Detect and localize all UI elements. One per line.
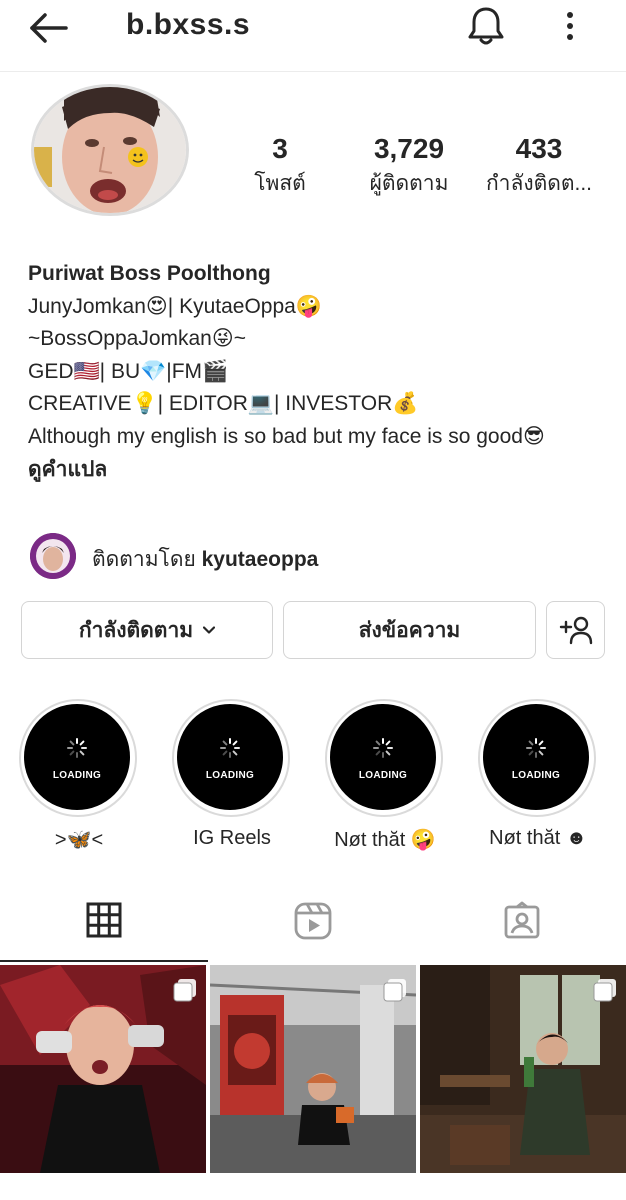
highlight-cover: LOADING xyxy=(177,704,283,810)
bio-line: JunyJomkan😍| KyutaeOppa🤪 xyxy=(28,294,322,318)
followers-count[interactable]: 3,729 ผู้ติดตาม xyxy=(358,130,460,200)
message-button-label: ส่งข้อความ xyxy=(358,618,461,642)
loading-spinner-icon xyxy=(373,738,393,758)
notifications-button[interactable] xyxy=(464,4,508,48)
multiple-posts-icon xyxy=(173,979,196,1002)
loading-spinner-icon xyxy=(220,738,240,758)
message-button[interactable]: ส่งข้อความ xyxy=(283,601,536,659)
posts-count[interactable]: 3 โพสต์ xyxy=(232,130,328,200)
highlight-cover: LOADING xyxy=(483,704,589,810)
more-options-button[interactable] xyxy=(556,6,584,46)
story-highlight[interactable]: LOADING >🦋< xyxy=(19,699,139,859)
post-thumbnail[interactable] xyxy=(210,965,416,1173)
tab-tagged[interactable] xyxy=(418,880,626,962)
post-thumbnail[interactable] xyxy=(420,965,626,1173)
bell-icon xyxy=(468,7,504,45)
loading-label: LOADING xyxy=(52,770,102,781)
posts-grid xyxy=(0,965,626,1175)
bio-line: ~BossOppaJomkan😜~ xyxy=(28,327,247,351)
more-vertical-icon xyxy=(567,12,573,40)
profile-bio: Puriwat Boss Poolthong JunyJomkan😍| Kyut… xyxy=(28,258,608,486)
reels-icon xyxy=(294,902,332,940)
posts-count-label: โพสต์ xyxy=(254,172,306,195)
following-count-value: 433 xyxy=(515,133,563,164)
highlight-caption: >🦋< xyxy=(54,829,104,851)
bio-line: Although my english is so bad but my fac… xyxy=(28,424,545,448)
profile-tabs xyxy=(0,880,626,962)
loading-spinner-icon xyxy=(67,738,87,758)
followed-by-username[interactable]: kyutaeoppa xyxy=(202,548,319,571)
loading-label: LOADING xyxy=(205,770,255,781)
profile-full-name: Puriwat Boss Poolthong xyxy=(28,262,271,285)
profile-username: b.bxss.s xyxy=(126,8,251,41)
loading-label: LOADING xyxy=(511,770,561,781)
multiple-posts-icon xyxy=(383,979,406,1002)
see-translation-link[interactable]: ดูคำแปล xyxy=(28,454,608,487)
profile-avatar[interactable] xyxy=(31,84,189,216)
loading-spinner-icon xyxy=(526,738,546,758)
following-button-label: กำลังติดตาม xyxy=(78,618,194,642)
followed-by[interactable]: ติดตามโดย kyutaeoppa xyxy=(30,533,530,579)
story-highlight[interactable]: LOADING Nøt thăt ☻ xyxy=(478,699,598,859)
highlight-caption: IG Reels xyxy=(193,827,271,849)
highlight-cover: LOADING xyxy=(24,704,130,810)
tab-reels[interactable] xyxy=(209,880,417,962)
followed-by-prefix: ติดตามโดย xyxy=(92,548,196,571)
arrow-left-icon xyxy=(30,13,68,43)
bio-line: CREATIVE💡| EDITOR💻| INVESTOR💰 xyxy=(28,392,419,416)
post-thumbnail[interactable] xyxy=(0,965,206,1173)
story-highlight[interactable]: LOADING Nøt thăt 🤪 xyxy=(325,699,445,859)
multiple-posts-icon xyxy=(593,979,616,1002)
story-highlight[interactable]: LOADING IG Reels xyxy=(172,699,292,859)
back-button[interactable] xyxy=(26,8,72,48)
tagged-icon xyxy=(504,901,540,939)
highlight-caption: Nøt thăt ☻ xyxy=(489,827,587,849)
followed-by-text: ติดตามโดย kyutaeoppa xyxy=(92,543,318,576)
highlight-caption: Nøt thăt 🤪 xyxy=(334,829,436,851)
followers-count-label: ผู้ติดตาม xyxy=(369,172,449,195)
following-count[interactable]: 433 กำลังติดต... xyxy=(478,130,600,200)
loading-label: LOADING xyxy=(358,770,408,781)
chevron-down-icon xyxy=(203,626,216,634)
followers-count-value: 3,729 xyxy=(373,133,445,164)
add-user-button[interactable] xyxy=(546,601,605,659)
follower-avatar xyxy=(30,533,76,579)
highlight-cover: LOADING xyxy=(330,704,436,810)
following-count-label: กำลังติดต... xyxy=(485,172,593,195)
add-user-icon xyxy=(559,616,592,645)
bio-line: GED🇺🇸| BU💎|FM🎬 xyxy=(28,359,229,383)
tab-grid[interactable] xyxy=(0,880,208,962)
grid-icon xyxy=(86,902,122,938)
following-button[interactable]: กำลังติดตาม xyxy=(21,601,273,659)
top-bar: b.bxss.s xyxy=(0,0,626,72)
posts-count-value: 3 xyxy=(272,133,288,164)
